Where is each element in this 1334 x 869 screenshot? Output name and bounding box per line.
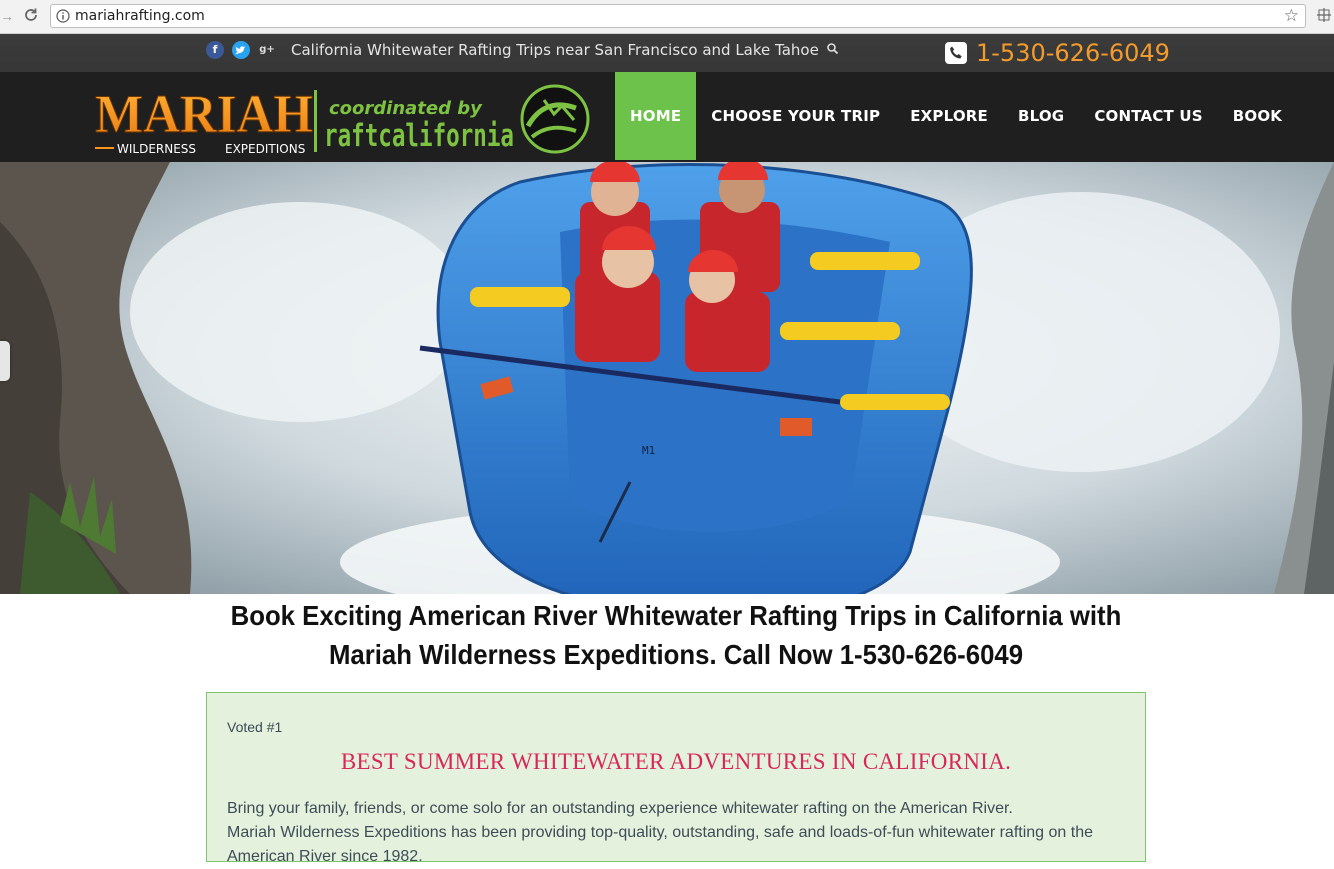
top-info-bar: f g+ California Whitewater Rafting Trips… (0, 34, 1334, 72)
logo-brand: MARIAH (95, 84, 313, 144)
reload-icon[interactable] (22, 6, 40, 24)
info-icon[interactable] (56, 9, 70, 23)
bookmark-star-icon[interactable]: ☆ (1284, 6, 1299, 26)
headline-line-1: Book Exciting American River Whitewater … (230, 600, 1122, 631)
browser-toolbar: → mariahrafting.com ☆ (0, 0, 1334, 34)
promo-box: Voted #1 BEST SUMMER WHITEWATER ADVENTUR… (206, 692, 1146, 865)
nav-blog[interactable]: BLOG (1003, 72, 1079, 160)
rafting-photo: M1 (0, 162, 1334, 594)
google-plus-icon[interactable]: g+ (258, 41, 276, 59)
phone-icon (945, 42, 967, 64)
site-tagline: California Whitewater Rafting Trips near… (291, 41, 819, 59)
site-header: f g+ California Whitewater Rafting Trips… (0, 34, 1334, 162)
main-menu: HOME CHOOSE YOUR TRIP EXPLORE BLOG CONTA… (615, 72, 1297, 162)
header-phone[interactable]: 1-530-626-6049 (945, 39, 1170, 67)
promo-title: BEST SUMMER WHITEWATER ADVENTURES IN CAL… (340, 749, 1012, 774)
headline-line-2: Mariah Wilderness Expeditions. Call Now … (328, 639, 1024, 670)
hero-image: M1 (0, 162, 1334, 594)
site-logo[interactable]: MARIAH WILDERNESS EXPEDITIONS coordinate… (92, 82, 592, 156)
nav-home[interactable]: HOME (615, 72, 697, 160)
main-navbar: MARIAH WILDERNESS EXPEDITIONS coordinate… (0, 72, 1334, 162)
twitter-icon[interactable] (232, 41, 250, 59)
back-arrow-icon[interactable]: → (0, 8, 14, 24)
logo-sub-left: WILDERNESS (117, 142, 196, 156)
promo-body: Bring your family, friends, or come solo… (227, 797, 1127, 869)
logo-sub-right: EXPEDITIONS (225, 142, 305, 156)
search-icon[interactable] (826, 42, 840, 56)
side-feedback-tab[interactable] (0, 341, 10, 381)
nav-book[interactable]: BOOK (1218, 72, 1297, 160)
logo-coordinated: coordinated by (329, 98, 483, 119)
address-bar[interactable]: mariahrafting.com ☆ (50, 4, 1306, 28)
promo-line-2: Mariah Wilderness Expeditions has been p… (227, 824, 1093, 841)
facebook-icon[interactable]: f (206, 41, 224, 59)
phone-number[interactable]: 1-530-626-6049 (976, 39, 1170, 67)
promo-line-1: Bring your family, friends, or come solo… (227, 800, 1013, 817)
nav-contact-us[interactable]: CONTACT US (1079, 72, 1217, 160)
extension-icon[interactable] (1316, 7, 1332, 23)
url-text[interactable]: mariahrafting.com (75, 8, 205, 24)
nav-choose-your-trip[interactable]: CHOOSE YOUR TRIP (696, 72, 895, 160)
page-headline: Book Exciting American River Whitewater … (192, 596, 1160, 674)
voted-label: Voted #1 (227, 719, 283, 735)
raft-tag: M1 (642, 444, 655, 457)
nav-explore[interactable]: EXPLORE (895, 72, 1003, 160)
logo-partner: raftcalifornia (324, 118, 514, 154)
